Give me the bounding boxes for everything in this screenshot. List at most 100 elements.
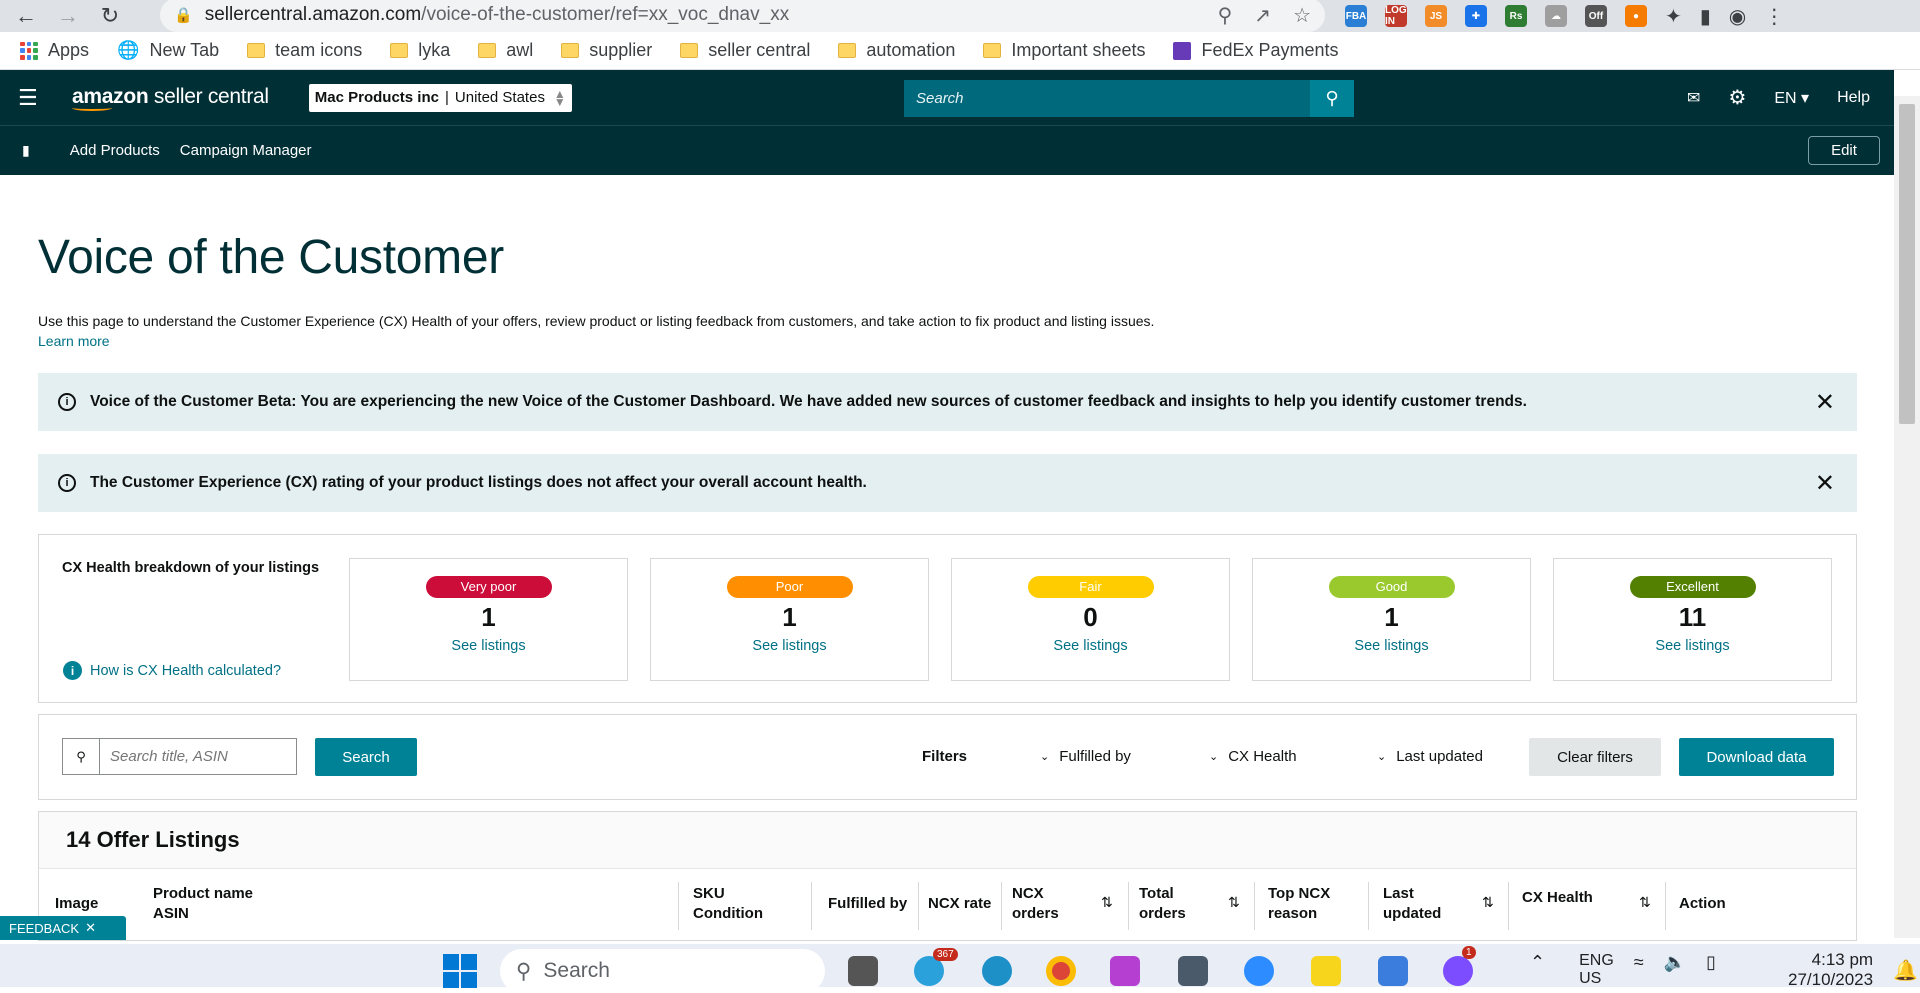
scroll-thumb[interactable] xyxy=(1899,104,1915,424)
search-icon[interactable]: ⚲ xyxy=(1310,80,1354,117)
cx-health-dropdown[interactable]: ⌄ CX Health xyxy=(1209,748,1297,765)
sidepanel-icon[interactable]: ▮ xyxy=(1700,4,1711,29)
col-total-orders[interactable]: Total orders xyxy=(1139,884,1186,924)
mail-icon[interactable]: ✉ xyxy=(1687,88,1700,108)
listing-search-input[interactable] xyxy=(99,738,297,775)
seller-central-logo[interactable]: amazon seller central xyxy=(72,85,269,111)
sticky-notes-icon[interactable] xyxy=(1311,956,1341,986)
gear-icon[interactable]: ⚙ xyxy=(1728,85,1746,110)
col-cx-health[interactable]: CX Health xyxy=(1522,888,1593,908)
see-listings-link[interactable]: See listings xyxy=(1253,638,1530,654)
sort-icon[interactable]: ⇅ xyxy=(1228,894,1240,911)
page-scrollbar[interactable] xyxy=(1894,96,1920,938)
header-search-input[interactable] xyxy=(904,80,1310,117)
notification-bell-icon[interactable]: 🔔 xyxy=(1893,958,1918,983)
see-listings-link[interactable]: See listings xyxy=(952,638,1229,654)
compass-extension-icon[interactable]: ✚ xyxy=(1465,5,1487,27)
edit-button[interactable]: Edit xyxy=(1808,136,1880,165)
taskbar-clock[interactable]: 4:13 pm 27/10/2023 xyxy=(1788,950,1873,990)
language-selector[interactable]: EN ▾ xyxy=(1774,88,1809,108)
see-listings-link[interactable]: See listings xyxy=(1554,638,1831,654)
help-link[interactable]: Help xyxy=(1837,89,1870,107)
wifi-icon[interactable]: ≈ xyxy=(1634,952,1644,973)
column-divider xyxy=(1254,882,1255,930)
globe-icon: 🌐 xyxy=(117,40,140,60)
see-listings-link[interactable]: See listings xyxy=(350,638,627,654)
feedback-tab[interactable]: FEEDBACK ✕ xyxy=(0,916,126,940)
wps-icon[interactable] xyxy=(1110,956,1140,986)
share-icon[interactable]: ↗ xyxy=(1254,3,1271,28)
close-icon[interactable]: ✕ xyxy=(1815,469,1835,498)
orange-extension-icon[interactable]: ● xyxy=(1625,5,1647,27)
bookmark-fedex-payments[interactable]: FedEx Payments xyxy=(1173,40,1339,61)
messenger-icon[interactable] xyxy=(1443,956,1473,986)
cx-rating-badge: Poor xyxy=(726,576,853,598)
forward-icon[interactable]: → xyxy=(50,1,86,31)
bookmark-label: Apps xyxy=(48,40,90,60)
bookmark-important-sheets[interactable]: Important sheets xyxy=(983,40,1145,61)
download-data-button[interactable]: Download data xyxy=(1679,738,1834,776)
reload-icon[interactable]: ↻ xyxy=(92,1,128,31)
fba-extension-icon[interactable]: FBA xyxy=(1345,5,1367,27)
bookmark-automation[interactable]: automation xyxy=(838,40,955,61)
address-bar[interactable]: 🔒 sellercentral.amazon.com/voice-of-the-… xyxy=(160,0,1325,32)
volume-icon[interactable]: 🔈 xyxy=(1664,952,1686,973)
more-menu-icon[interactable]: ⋮ xyxy=(1764,4,1784,29)
bookmark-supplier[interactable]: supplier xyxy=(561,40,652,61)
close-icon[interactable]: ✕ xyxy=(85,920,96,936)
language-indicator[interactable]: ENG US xyxy=(1579,952,1614,988)
calculator-icon[interactable] xyxy=(1178,956,1208,986)
edge-icon[interactable] xyxy=(982,956,1012,986)
off-extension-icon[interactable]: Off xyxy=(1585,5,1607,27)
url-text[interactable]: sellercentral.amazon.com/voice-of-the-cu… xyxy=(205,4,1206,26)
close-icon[interactable]: ✕ xyxy=(1815,388,1835,417)
bookmark-seller-central[interactable]: seller central xyxy=(680,40,810,61)
back-icon[interactable]: ← xyxy=(8,1,44,31)
zoom-icon[interactable]: ⚲ xyxy=(1218,3,1233,28)
profile-avatar[interactable]: ◉ xyxy=(1729,4,1746,29)
cloud-extension-icon[interactable]: ☁ xyxy=(1545,5,1567,27)
task-view-icon[interactable] xyxy=(848,956,878,986)
nav-campaign-manager[interactable]: Campaign Manager xyxy=(180,142,312,159)
js-extension-icon[interactable]: JS xyxy=(1425,5,1447,27)
bookmark-icon[interactable]: ▮ xyxy=(22,142,30,159)
cx-health-how-link[interactable]: i How is CX Health calculated? xyxy=(63,661,281,680)
messenger-badge: 1 xyxy=(1462,946,1476,959)
chevron-up-icon[interactable]: ⌃ xyxy=(1530,952,1545,973)
sort-icon[interactable]: ⇅ xyxy=(1639,894,1651,911)
see-listings-link[interactable]: See listings xyxy=(651,638,928,654)
fulfilled-by-dropdown[interactable]: ⌄ Fulfilled by xyxy=(1040,748,1131,765)
bookmark-new-tab[interactable]: 🌐 New Tab xyxy=(117,40,219,61)
sort-icon[interactable]: ⇅ xyxy=(1101,894,1113,911)
notepad-icon[interactable] xyxy=(1378,956,1408,986)
cx-count: 1 xyxy=(1384,602,1399,632)
taskbar-search[interactable]: ⚲ Search xyxy=(500,949,825,993)
learn-more-link[interactable]: Learn more xyxy=(38,333,1857,349)
search-button[interactable]: Search xyxy=(315,738,417,776)
col-ncx-orders[interactable]: NCX orders xyxy=(1012,884,1059,924)
chrome-icon[interactable] xyxy=(1046,956,1076,986)
rs-extension-icon[interactable]: Rs xyxy=(1505,5,1527,27)
info-icon: i xyxy=(63,661,82,680)
hamburger-menu-icon[interactable]: ☰ xyxy=(18,85,48,111)
puzzle-icon[interactable]: ✦ xyxy=(1665,4,1682,29)
folder-icon xyxy=(838,43,857,58)
nav-add-products[interactable]: Add Products xyxy=(70,142,160,159)
account-switcher[interactable]: Mac Products inc | United States ▲ ▼ xyxy=(308,83,572,112)
bookmark-apps[interactable]: Apps xyxy=(20,40,89,61)
last-updated-dropdown[interactable]: ⌄ Last updated xyxy=(1377,748,1483,765)
clear-filters-button[interactable]: Clear filters xyxy=(1529,738,1661,776)
bookmark-team-icons[interactable]: team icons xyxy=(247,40,362,61)
bookmark-lyka[interactable]: lyka xyxy=(390,40,450,61)
bookmark-star-icon[interactable]: ☆ xyxy=(1293,3,1311,28)
folder-icon xyxy=(390,43,409,58)
col-last-updated[interactable]: Last updated xyxy=(1383,884,1441,924)
zoom-icon[interactable] xyxy=(1244,956,1274,986)
chevron-down-icon: ⌄ xyxy=(1377,751,1387,763)
sort-icon[interactable]: ⇅ xyxy=(1482,894,1494,911)
battery-icon[interactable]: ▯ xyxy=(1706,952,1716,973)
windows-start-icon[interactable] xyxy=(443,954,477,988)
bookmark-awl[interactable]: awl xyxy=(478,40,533,61)
telegram-badge: 367 xyxy=(933,948,958,961)
login-extension-icon[interactable]: LOG IN xyxy=(1385,5,1407,27)
